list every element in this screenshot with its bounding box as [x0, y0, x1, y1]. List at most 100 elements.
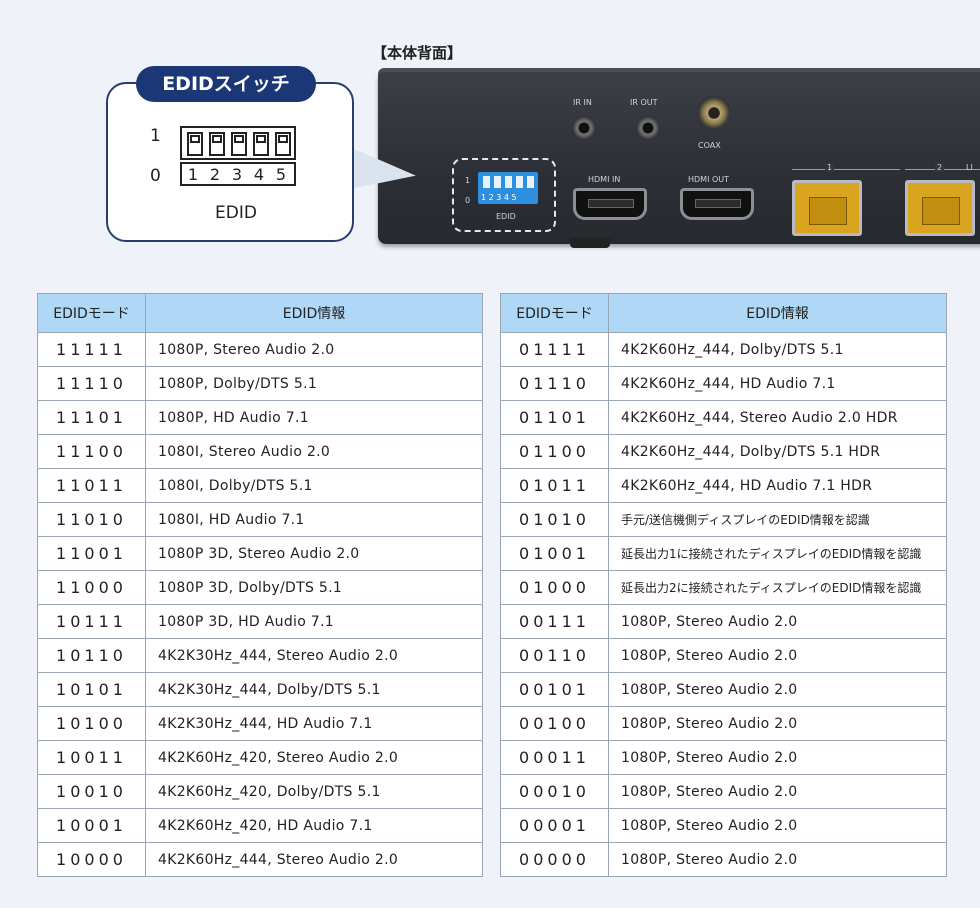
- edid-info-cell: 1080P, Stereo Audio 2.0: [145, 332, 483, 367]
- switch-number: 2: [209, 165, 221, 184]
- edid-info-cell: 手元/送信機側ディスプレイのEDID情報を認識: [608, 502, 947, 537]
- table-row: 00010 1080P, Stereo Audio 2.0: [500, 774, 947, 809]
- switch-cell: [209, 132, 225, 156]
- hdmi-out-port: [680, 188, 754, 220]
- table-row: 01111 4K2K60Hz_444, Dolby/DTS 5.1: [500, 332, 947, 367]
- port-1-label: 1: [825, 163, 835, 172]
- table-row: 11000 1080P 3D, Dolby/DTS 5.1: [37, 570, 483, 605]
- edid-info-cell: 1080P, Stereo Audio 2.0: [608, 808, 947, 843]
- edid-mode-cell: 10111: [37, 604, 146, 639]
- edid-mode-cell: 01001: [500, 536, 609, 571]
- table-row: 10000 4K2K60Hz_444, Stereo Audio 2.0: [37, 842, 483, 877]
- edid-info-cell: 延長出力1に接続されたディスプレイのEDID情報を認識: [608, 536, 947, 571]
- edid-mode-cell: 00010: [500, 774, 609, 809]
- dip-switch-diagram: 1 2 3 4 5: [180, 126, 296, 186]
- edid-info-cell: 1080P, Stereo Audio 2.0: [608, 842, 947, 877]
- table-row: 00110 1080P, Stereo Audio 2.0: [500, 638, 947, 673]
- edid-info-cell: 4K2K60Hz_444, HD Audio 7.1 HDR: [608, 468, 947, 503]
- table-row: 00100 1080P, Stereo Audio 2.0: [500, 706, 947, 741]
- table-row: 00001 1080P, Stereo Audio 2.0: [500, 808, 947, 843]
- edid-info-cell: 4K2K30Hz_444, Dolby/DTS 5.1: [145, 672, 483, 707]
- dip-lever: [516, 176, 523, 188]
- switch-number-row: 1 2 3 4 5: [180, 162, 296, 186]
- edid-mode-cell: 10001: [37, 808, 146, 843]
- table-header-row: EDIDモード EDID情報: [37, 293, 483, 333]
- switch-number: 1: [187, 165, 199, 184]
- edid-info-cell: 1080I, Stereo Audio 2.0: [145, 434, 483, 469]
- edid-info-cell: 4K2K60Hz_444, HD Audio 7.1: [608, 366, 947, 401]
- hdmi-in-label: HDMI IN: [588, 175, 621, 184]
- edid-mode-cell: 01010: [500, 502, 609, 537]
- edid-mode-cell: 01100: [500, 434, 609, 469]
- switch-number: 3: [231, 165, 243, 184]
- table-row: 10011 4K2K60Hz_420, Stereo Audio 2.0: [37, 740, 483, 775]
- port-link-line: [792, 169, 900, 170]
- port-2-label: 2: [935, 163, 945, 172]
- edid-mode-cell: 01101: [500, 400, 609, 435]
- switch-number: 4: [253, 165, 265, 184]
- table-row: 01110 4K2K60Hz_444, HD Audio 7.1: [500, 366, 947, 401]
- edid-info-cell: 1080P 3D, Dolby/DTS 5.1: [145, 570, 483, 605]
- edid-info-cell: 1080P, Stereo Audio 2.0: [608, 706, 947, 741]
- switch-cell: [253, 132, 269, 156]
- on-position-label: 1: [150, 126, 161, 146]
- edid-info-cell: 1080P, Stereo Audio 2.0: [608, 638, 947, 673]
- ir-in-label: IR IN: [573, 98, 592, 107]
- switch-number: 5: [275, 165, 287, 184]
- table-row: 10010 4K2K60Hz_420, Dolby/DTS 5.1: [37, 774, 483, 809]
- table-row: 01100 4K2K60Hz_444, Dolby/DTS 5.1 HDR: [500, 434, 947, 469]
- edid-info-cell: 4K2K60Hz_444, Stereo Audio 2.0: [145, 842, 483, 877]
- edid-info-cell: 1080P, Stereo Audio 2.0: [608, 672, 947, 707]
- edid-mode-cell: 00100: [500, 706, 609, 741]
- table-row: 01000 延長出力2に接続されたディスプレイのEDID情報を認識: [500, 570, 947, 605]
- edid-mode-cell: 11110: [37, 366, 146, 401]
- callout-title: EDIDスイッチ: [136, 66, 316, 102]
- edid-info-cell: 4K2K60Hz_420, Dolby/DTS 5.1: [145, 774, 483, 809]
- edid-mode-cell: 00011: [500, 740, 609, 775]
- edid-info-cell: 1080I, Dolby/DTS 5.1: [145, 468, 483, 503]
- edid-mode-cell: 10010: [37, 774, 146, 809]
- ir-out-port: [636, 116, 660, 140]
- edid-mode-cell: 10000: [37, 842, 146, 877]
- rj45-port-1: [792, 180, 862, 236]
- edid-info-cell: 4K2K30Hz_444, Stereo Audio 2.0: [145, 638, 483, 673]
- rear-view-label: 【本体背面】: [372, 44, 463, 62]
- edid-info-cell: 延長出力2に接続されたディスプレイのEDID情報を認識: [608, 570, 947, 605]
- table-row: 01001 延長出力1に接続されたディスプレイのEDID情報を認識: [500, 536, 947, 571]
- edid-mode-cell: 00101: [500, 672, 609, 707]
- edid-mode-cell: 11100: [37, 434, 146, 469]
- hdmi-in-port: [573, 188, 647, 220]
- edid-mode-cell: 11010: [37, 502, 146, 537]
- edid-mode-cell: 11101: [37, 400, 146, 435]
- edid-info-cell: 1080P 3D, Stereo Audio 2.0: [145, 536, 483, 571]
- info-column-header: EDID情報: [608, 293, 947, 333]
- table-row: 11111 1080P, Stereo Audio 2.0: [37, 332, 483, 367]
- table-row: 00111 1080P, Stereo Audio 2.0: [500, 604, 947, 639]
- edid-info-cell: 4K2K60Hz_420, HD Audio 7.1: [145, 808, 483, 843]
- edid-info-cell: 1080I, HD Audio 7.1: [145, 502, 483, 537]
- edid-mode-cell: 11011: [37, 468, 146, 503]
- edid-mode-cell: 01111: [500, 332, 609, 367]
- callout-caption: EDID: [215, 203, 257, 223]
- table-row: 01010 手元/送信機側ディスプレイのEDID情報を認識: [500, 502, 947, 537]
- edid-table-left: EDIDモード EDID情報 11111 1080P, Stereo Audio …: [37, 293, 483, 877]
- edid-mode-cell: 10100: [37, 706, 146, 741]
- mode-column-header: EDIDモード: [37, 293, 146, 333]
- edid-info-cell: 1080P, Stereo Audio 2.0: [608, 774, 947, 809]
- edid-info-cell: 1080P, Stereo Audio 2.0: [608, 604, 947, 639]
- rj45-port-2: [905, 180, 975, 236]
- table-row: 10001 4K2K60Hz_420, HD Audio 7.1: [37, 808, 483, 843]
- edid-info-cell: 4K2K60Hz_420, Stereo Audio 2.0: [145, 740, 483, 775]
- table-row: 00000 1080P, Stereo Audio 2.0: [500, 842, 947, 877]
- edid-mode-cell: 11001: [37, 536, 146, 571]
- table-row: 10101 4K2K30Hz_444, Dolby/DTS 5.1: [37, 672, 483, 707]
- info-column-header: EDID情報: [145, 293, 483, 333]
- table-row: 00101 1080P, Stereo Audio 2.0: [500, 672, 947, 707]
- coax-label: COAX: [698, 141, 721, 150]
- table-header-row: EDIDモード EDID情報: [500, 293, 947, 333]
- dip-on-label: 1: [465, 176, 471, 185]
- edid-info-cell: 1080P, Stereo Audio 2.0: [608, 740, 947, 775]
- edid-mode-cell: 00000: [500, 842, 609, 877]
- edid-info-cell: 4K2K60Hz_444, Dolby/DTS 5.1 HDR: [608, 434, 947, 469]
- edid-mode-cell: 01000: [500, 570, 609, 605]
